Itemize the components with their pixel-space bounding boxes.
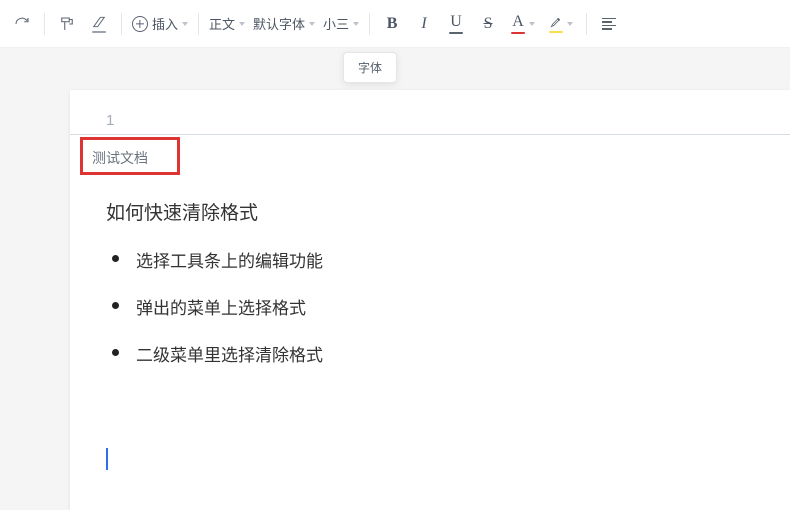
page-header-title: 测试文档	[86, 148, 154, 168]
font-tooltip: 字体	[343, 52, 397, 83]
toolbar: 插入 正文 默认字体 小三 B I U S A	[0, 0, 790, 48]
align-icon	[602, 16, 616, 32]
list-item: 弹出的菜单上选择格式	[106, 294, 754, 319]
clear-format-icon	[91, 15, 107, 33]
toolbar-separator	[44, 13, 45, 35]
document-heading: 如何快速清除格式	[106, 198, 754, 225]
bold-icon: B	[387, 16, 398, 32]
align-button[interactable]	[593, 8, 625, 40]
italic-icon: I	[421, 16, 426, 32]
text-cursor	[106, 448, 108, 470]
chevron-down-icon	[309, 22, 315, 26]
chevron-down-icon	[529, 22, 535, 26]
insert-dropdown[interactable]: 插入	[128, 8, 192, 40]
chevron-down-icon	[567, 22, 573, 26]
bold-button[interactable]: B	[376, 8, 408, 40]
list-item: 二级菜单里选择清除格式	[106, 341, 754, 366]
format-painter-icon	[58, 15, 76, 33]
strikethrough-icon: S	[484, 16, 493, 32]
page-container: 1 测试文档 如何快速清除格式 选择工具条上的编辑功能 弹出的菜单上选择格式 二…	[0, 48, 790, 510]
format-painter-button[interactable]	[51, 8, 83, 40]
text-color-icon: A	[511, 14, 525, 34]
clear-format-button[interactable]	[83, 8, 115, 40]
paragraph-style-dropdown[interactable]: 正文	[205, 8, 249, 40]
list-item: 选择工具条上的编辑功能	[106, 247, 754, 272]
chevron-down-icon	[182, 22, 188, 26]
redo-icon	[13, 15, 31, 33]
paragraph-style-label: 正文	[209, 14, 235, 33]
toolbar-separator	[369, 13, 370, 35]
strikethrough-button[interactable]: S	[472, 8, 504, 40]
toolbar-separator	[121, 13, 122, 35]
highlight-icon	[549, 15, 563, 33]
redo-button[interactable]	[6, 8, 38, 40]
font-family-label: 默认字体	[253, 14, 305, 33]
highlight-button[interactable]	[542, 8, 580, 40]
page-number: 1	[106, 112, 114, 129]
header-separator	[70, 134, 790, 135]
font-size-label: 小三	[323, 14, 349, 33]
chevron-down-icon	[353, 22, 359, 26]
bullet-list: 选择工具条上的编辑功能 弹出的菜单上选择格式 二级菜单里选择清除格式	[106, 247, 754, 366]
document-body[interactable]: 如何快速清除格式 选择工具条上的编辑功能 弹出的菜单上选择格式 二级菜单里选择清…	[70, 90, 790, 366]
plus-circle-icon	[132, 16, 148, 32]
font-family-dropdown[interactable]: 默认字体	[249, 8, 319, 40]
insert-label: 插入	[152, 14, 178, 33]
toolbar-separator	[586, 13, 587, 35]
document-page[interactable]: 1 测试文档 如何快速清除格式 选择工具条上的编辑功能 弹出的菜单上选择格式 二…	[70, 90, 790, 510]
italic-button[interactable]: I	[408, 8, 440, 40]
font-tooltip-text: 字体	[358, 61, 382, 75]
chevron-down-icon	[239, 22, 245, 26]
text-color-button[interactable]: A	[504, 8, 542, 40]
font-size-dropdown[interactable]: 小三	[319, 8, 363, 40]
toolbar-separator	[198, 13, 199, 35]
underline-button[interactable]: U	[440, 8, 472, 40]
underline-icon: U	[449, 14, 463, 34]
